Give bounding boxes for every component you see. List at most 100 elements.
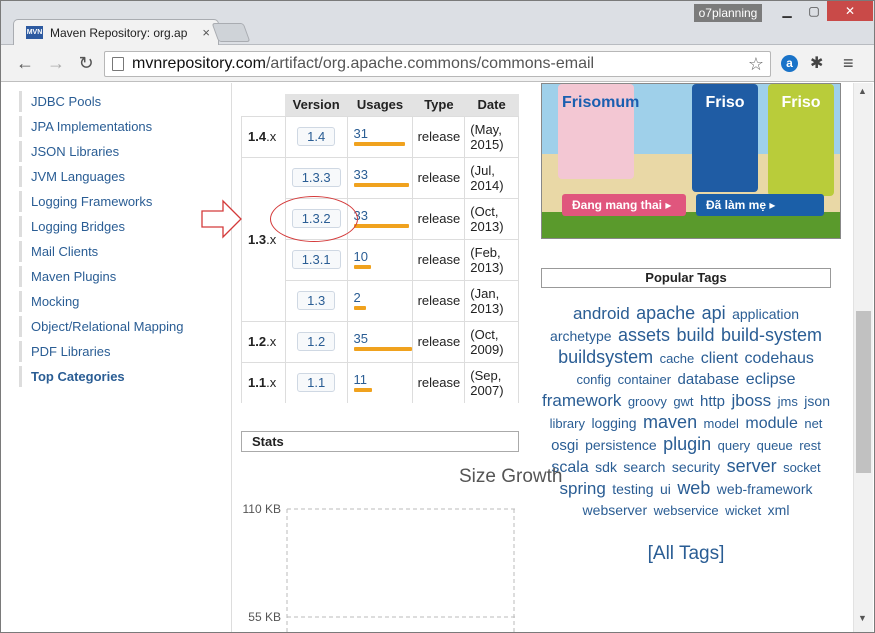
tag-link[interactable]: wicket bbox=[725, 503, 761, 518]
tag-link[interactable]: persistence bbox=[585, 437, 657, 453]
ad-button-pregnant[interactable]: Đang mang thai ▸ bbox=[562, 194, 686, 216]
sidebar-item-jdbc-pools[interactable]: JDBC Pools bbox=[19, 91, 219, 112]
tag-link[interactable]: cache bbox=[660, 351, 695, 366]
usages-link[interactable]: 33 bbox=[354, 209, 413, 222]
sidebar-item-mail-clients[interactable]: Mail Clients bbox=[19, 241, 219, 262]
sidebar-item-maven-plugins[interactable]: Maven Plugins bbox=[19, 266, 219, 287]
tab-maven-repository[interactable]: MVN Maven Repository: org.ap × bbox=[13, 19, 219, 46]
minimize-icon[interactable]: ▁ bbox=[774, 1, 800, 21]
tag-link[interactable]: testing bbox=[612, 481, 653, 497]
usages-link[interactable]: 33 bbox=[354, 168, 413, 181]
tag-link[interactable]: build-system bbox=[721, 325, 822, 345]
tag-link[interactable]: application bbox=[732, 306, 799, 322]
version-link[interactable]: 1.4 bbox=[297, 127, 336, 146]
maximize-icon[interactable]: ▢ bbox=[801, 1, 827, 21]
tag-link[interactable]: model bbox=[704, 416, 739, 431]
tag-link[interactable]: buildsystem bbox=[558, 347, 653, 367]
tag-link[interactable]: jboss bbox=[731, 391, 771, 410]
tag-link[interactable]: apache bbox=[636, 303, 695, 323]
profile-label[interactable]: o7planning bbox=[694, 4, 762, 22]
reload-icon[interactable]: ↻ bbox=[74, 52, 98, 74]
extension-a-icon[interactable]: a bbox=[781, 55, 798, 72]
tag-link[interactable]: groovy bbox=[628, 394, 667, 409]
tag-link[interactable]: server bbox=[727, 456, 777, 476]
sidebar-item-jpa-implementations[interactable]: JPA Implementations bbox=[19, 116, 219, 137]
tag-link[interactable]: web bbox=[677, 478, 710, 498]
tag-link[interactable]: web-framework bbox=[717, 481, 813, 497]
version-link[interactable]: 1.2 bbox=[297, 332, 336, 351]
tag-link[interactable]: build bbox=[676, 325, 714, 345]
category-sidebar: JDBC Pools JPA Implementations JSON Libr… bbox=[1, 83, 232, 632]
scroll-up-icon[interactable]: ▲ bbox=[858, 86, 867, 96]
tag-link[interactable]: webservice bbox=[654, 503, 719, 518]
sidebar-item-jvm-languages[interactable]: JVM Languages bbox=[19, 166, 219, 187]
sidebar-item-top-categories[interactable]: Top Categories bbox=[19, 366, 219, 387]
sidebar-item-pdf-libraries[interactable]: PDF Libraries bbox=[19, 341, 219, 362]
version-link[interactable]: 1.1 bbox=[297, 373, 336, 393]
scroll-down-icon[interactable]: ▼ bbox=[858, 613, 867, 623]
tag-link[interactable]: codehaus bbox=[745, 350, 814, 367]
tag-link[interactable]: search bbox=[623, 459, 665, 475]
tag-link[interactable]: database bbox=[678, 371, 740, 388]
sidebar-item-logging-bridges[interactable]: Logging Bridges bbox=[19, 216, 219, 237]
tag-link[interactable]: archetype bbox=[550, 328, 611, 344]
sidebar-item-logging-frameworks[interactable]: Logging Frameworks bbox=[19, 191, 219, 212]
tag-link[interactable]: gwt bbox=[673, 394, 693, 409]
tag-link[interactable]: client bbox=[701, 350, 738, 367]
tag-link[interactable]: config bbox=[576, 372, 611, 387]
tag-link[interactable]: framework bbox=[542, 391, 621, 410]
usages-link[interactable]: 35 bbox=[354, 332, 413, 345]
tag-link[interactable]: ui bbox=[660, 481, 671, 497]
version-link[interactable]: 1.3.1 bbox=[291, 250, 341, 269]
all-tags-link[interactable]: [All Tags] bbox=[541, 543, 831, 565]
scrollbar-thumb[interactable] bbox=[856, 311, 871, 473]
usages-link[interactable]: 10 bbox=[354, 250, 413, 263]
sidebar-item-mocking[interactable]: Mocking bbox=[19, 291, 219, 312]
chrome-menu-icon[interactable]: ≡ bbox=[843, 53, 854, 74]
usages-link[interactable]: 2 bbox=[354, 291, 413, 304]
tag-link[interactable]: maven bbox=[643, 412, 697, 432]
bookmark-star-icon[interactable]: ☆ bbox=[748, 54, 764, 75]
tag-link[interactable]: query bbox=[718, 438, 751, 453]
address-bar[interactable]: mvnrepository.com/artifact/org.apache.co… bbox=[104, 51, 771, 77]
extension-bug-icon[interactable]: ✱ bbox=[810, 53, 823, 73]
version-link[interactable]: 1.3 bbox=[297, 291, 336, 310]
tag-link[interactable]: webserver bbox=[583, 502, 648, 518]
tag-link[interactable]: logging bbox=[591, 415, 636, 431]
tag-link[interactable]: sdk bbox=[595, 459, 617, 475]
sidebar-item-json-libraries[interactable]: JSON Libraries bbox=[19, 141, 219, 162]
tag-link[interactable]: module bbox=[745, 415, 797, 432]
tag-link[interactable]: osgi bbox=[551, 437, 579, 454]
forward-arrow-icon[interactable]: → bbox=[44, 52, 68, 74]
usages-link[interactable]: 31 bbox=[354, 127, 413, 140]
tag-link[interactable]: security bbox=[672, 459, 720, 475]
tag-link[interactable]: rest bbox=[799, 438, 821, 453]
tag-link[interactable]: api bbox=[702, 303, 726, 323]
back-arrow-icon[interactable]: ← bbox=[13, 52, 37, 74]
tab-close-icon[interactable]: × bbox=[202, 25, 210, 40]
tag-link[interactable]: queue bbox=[757, 438, 793, 453]
tag-link[interactable]: spring bbox=[559, 479, 605, 498]
tag-link[interactable]: http bbox=[700, 393, 725, 410]
url-text[interactable]: mvnrepository.com/artifact/org.apache.co… bbox=[132, 55, 594, 73]
sidebar-item-orm[interactable]: Object/Relational Mapping bbox=[19, 316, 219, 337]
new-tab-button[interactable] bbox=[211, 23, 251, 42]
ad-button-mother[interactable]: Đã làm mẹ ▸ bbox=[696, 194, 824, 216]
tag-link[interactable]: eclipse bbox=[746, 371, 796, 388]
tag-link[interactable]: jms bbox=[778, 394, 798, 409]
close-window-icon[interactable]: ✕ bbox=[827, 1, 873, 21]
tag-link[interactable]: socket bbox=[783, 460, 821, 475]
tag-link[interactable]: plugin bbox=[663, 434, 711, 454]
ad-product-frisomum: Frisomum bbox=[558, 84, 639, 179]
formula-advertisement[interactable]: Frisomum Friso Friso Đang mang thai ▸ Đã… bbox=[541, 83, 841, 239]
tag-link[interactable]: net bbox=[804, 416, 822, 431]
version-link[interactable]: 1.3.3 bbox=[291, 168, 341, 187]
usages-link[interactable]: 11 bbox=[354, 373, 413, 386]
tag-link[interactable]: assets bbox=[618, 325, 670, 345]
tag-link[interactable]: android bbox=[573, 304, 630, 323]
tag-link[interactable]: xml bbox=[768, 502, 790, 518]
vertical-scrollbar[interactable]: ▲ ▼ bbox=[853, 83, 873, 632]
tag-link[interactable]: container bbox=[618, 372, 671, 387]
tag-link[interactable]: json bbox=[804, 393, 830, 409]
tag-link[interactable]: library bbox=[550, 416, 585, 431]
